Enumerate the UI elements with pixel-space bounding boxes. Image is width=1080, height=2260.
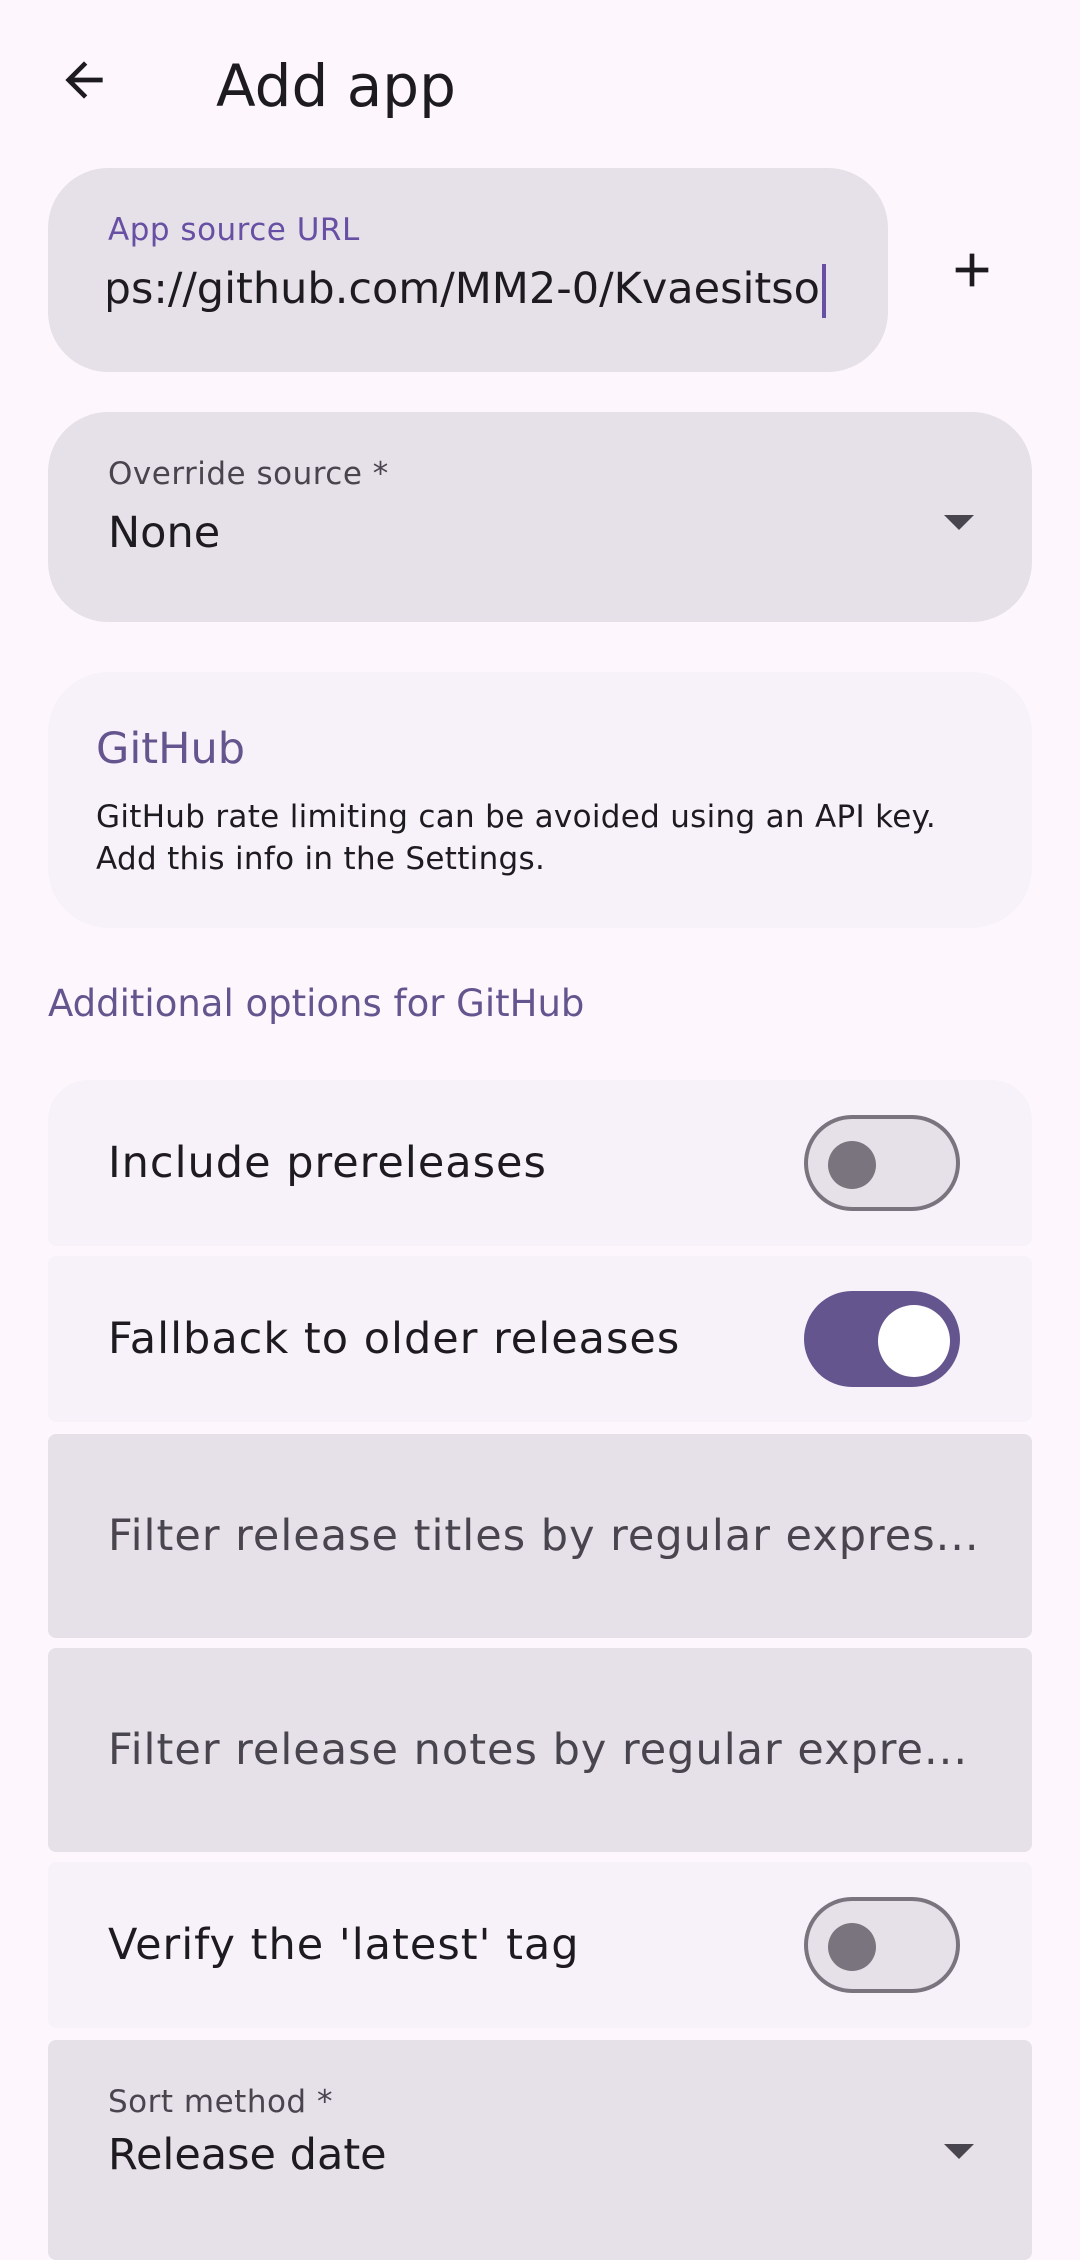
override-source-dropdown[interactable]: Override source * None — [48, 412, 1032, 622]
url-input[interactable]: https://github.com/MM2-0/Kvaesitso — [108, 254, 826, 324]
switch-thumb — [828, 1923, 876, 1971]
text-cursor — [822, 264, 826, 318]
section-title: Additional options for GitHub — [48, 982, 585, 1025]
filter-release-notes-input[interactable]: Filter release notes by regular expre... — [48, 1648, 1032, 1852]
filter-titles-placeholder: Filter release titles by regular expres.… — [108, 1511, 980, 1561]
override-source-label: Override source * — [108, 456, 389, 492]
info-card-title: GitHub — [96, 724, 246, 774]
app-source-url-field[interactable]: App source URL https://github.com/MM2-0/… — [48, 168, 888, 372]
verify-latest-tag-switch[interactable] — [804, 1897, 960, 1993]
switch-thumb — [828, 1141, 876, 1189]
github-info-card: GitHub GitHub rate limiting can be avoid… — [48, 672, 1032, 928]
sort-method-value: Release date — [108, 2130, 387, 2180]
plus-icon — [955, 253, 989, 287]
sort-method-dropdown[interactable]: Sort method * Release date — [48, 2040, 1032, 2260]
include-prereleases-switch[interactable] — [804, 1115, 960, 1211]
url-input-value: https://github.com/MM2-0/Kvaesitso — [108, 264, 820, 314]
switch-thumb — [878, 1305, 950, 1377]
verify-latest-tag-row[interactable]: Verify the 'latest' tag — [48, 1862, 1032, 2028]
filter-release-titles-input[interactable]: Filter release titles by regular expres.… — [48, 1434, 1032, 1638]
dropdown-arrow-icon — [944, 2144, 974, 2159]
top-app-bar: Add app — [0, 0, 1080, 170]
fallback-older-releases-label: Fallback to older releases — [108, 1314, 681, 1364]
page-title: Add app — [216, 52, 456, 120]
verify-latest-tag-label: Verify the 'latest' tag — [108, 1920, 580, 1970]
back-button[interactable] — [44, 40, 124, 120]
info-card-text: GitHub rate limiting can be avoided usin… — [96, 799, 937, 877]
arrow-back-icon — [65, 61, 103, 99]
url-field-label: App source URL — [108, 212, 360, 248]
fallback-older-releases-row[interactable]: Fallback to older releases — [48, 1256, 1032, 1422]
filter-notes-placeholder: Filter release notes by regular expre... — [108, 1725, 969, 1775]
sort-method-label: Sort method * — [108, 2084, 333, 2120]
include-prereleases-row[interactable]: Include prereleases — [48, 1080, 1032, 1246]
include-prereleases-label: Include prereleases — [108, 1138, 547, 1188]
override-source-value: None — [108, 508, 221, 558]
dropdown-arrow-icon — [944, 515, 974, 530]
add-url-button[interactable] — [932, 230, 1012, 310]
fallback-older-releases-switch[interactable] — [804, 1291, 960, 1387]
